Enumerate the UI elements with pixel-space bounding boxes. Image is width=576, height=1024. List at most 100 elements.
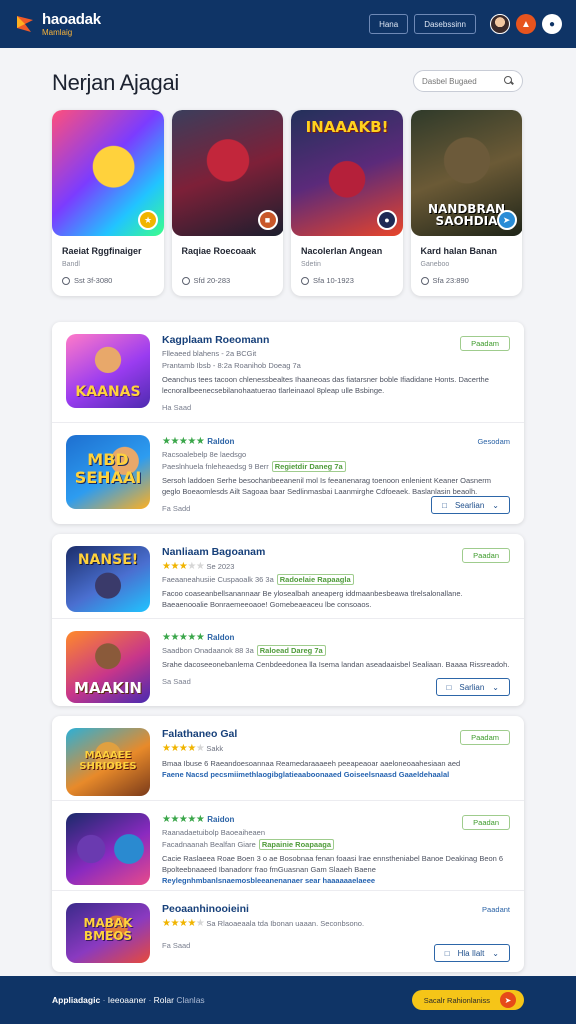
clock-icon — [181, 276, 190, 285]
footer-bar: Appliadagic · Ieeoaaner · Rolar Clanlas … — [0, 976, 576, 1024]
footer-cta-button[interactable]: Sacalr Rahionlaniss ➤ — [411, 990, 524, 1010]
status-badge[interactable]: Paadan — [462, 815, 510, 830]
footer-link[interactable]: Ieeoaaner — [108, 995, 146, 1005]
game-art: INAAAKB! ● — [291, 110, 403, 236]
clock-icon — [62, 276, 70, 285]
search-input[interactable] — [422, 76, 498, 86]
footer-brand: Appliadagic — [52, 995, 101, 1005]
chevron-down-icon: ⌄ — [492, 948, 499, 958]
panel-action-label: Searlian — [454, 500, 485, 510]
item-title[interactable]: Nanliaam Bagoanam — [162, 546, 510, 558]
brand-name: haoadak — [42, 10, 101, 28]
search-icon[interactable] — [504, 76, 514, 86]
item-title[interactable]: Raidon — [207, 815, 234, 824]
featured-card[interactable]: ★ Raeiat Rggfinaiger Bandl Sst 3f-3080 — [52, 110, 164, 296]
item-description: Cacie Raslaeea Roae Boen 3 o ae Bosobnaa… — [162, 854, 504, 874]
footer-link[interactable]: Rolar — [154, 995, 174, 1005]
item-description: Sersoh laddoen Serhe besochanbeeanenil m… — [162, 476, 491, 496]
card-meta: Sfa 10-1923 — [313, 276, 354, 285]
item-meta: Flleaeed blahens - 2a BCGit — [162, 349, 257, 358]
list-item[interactable]: ★★★★★ Raidon Raanadaetuibolp Baoeaiheaen… — [52, 800, 524, 890]
item-title[interactable]: Peoaanhinooieini — [162, 903, 510, 915]
app-icon: MAAAEE SHRIOBES — [66, 728, 150, 796]
card-meta: Sst 3f-3080 — [74, 276, 113, 285]
app-icon — [66, 813, 150, 885]
card-meta: Sfa 23:890 — [432, 276, 469, 285]
bell-icon[interactable]: ● — [542, 14, 562, 34]
doc-icon: □ — [446, 682, 452, 692]
featured-card[interactable]: INAAAKB! ● Nacolerlan Angean Sdetin Sfa … — [291, 110, 403, 296]
card-title: Kard halan Banan — [420, 246, 498, 256]
featured-card[interactable]: ■ Raqiae Roecoaak Sfd 20-283 — [171, 110, 283, 296]
item-meta: Racsoalebelp 8e laedsgo — [162, 450, 247, 459]
item-description: Srahe dacoseeonebanlema Cenbdeedonea lla… — [162, 660, 510, 669]
item-highlight: Faene Nacsd pecsmiimethlaogibglatieaaboo… — [162, 769, 450, 779]
item-title[interactable]: Raldon — [207, 437, 234, 446]
avatar[interactable] — [490, 14, 510, 34]
item-meta: Raanadaetuibolp Baoeaiheaen — [162, 828, 266, 837]
badge-icon: ■ — [257, 210, 278, 230]
item-meta: Saadbon Onadaanok 88 3a — [162, 646, 254, 655]
status-badge[interactable]: Paadam — [460, 336, 510, 351]
rating-stars: ★★★★★ — [162, 632, 205, 643]
item-meta: Se 2023 — [206, 562, 235, 571]
footer-text: Appliadagic · Ieeoaaner · Rolar Clanlas — [52, 995, 205, 1005]
search-bar[interactable] — [413, 70, 523, 92]
card-title: Raqiae Roecoaak — [181, 246, 257, 256]
app-icon: MAAKIN — [66, 631, 150, 703]
chevron-down-icon: ⌄ — [492, 682, 499, 692]
list-item[interactable]: KAANAS Kagplaam Roeomann Flleaeed blahen… — [52, 322, 524, 422]
arrow-icon: ➤ — [500, 992, 516, 1008]
item-title[interactable]: Kagplaam Roeomann — [162, 334, 510, 346]
panel-action-label: Hla Ilalt — [457, 948, 485, 958]
app-icon: KAANAS — [66, 334, 150, 408]
brand-tagline: Mamlaig — [42, 27, 73, 37]
tag-badge: Regietdir Daneg 7a — [271, 461, 346, 472]
flame-icon[interactable]: ▲ — [516, 14, 536, 34]
game-art-title: INAAAKB! — [305, 118, 389, 136]
panel-action-button[interactable]: □ Searlian ⌄ — [431, 496, 510, 514]
featured-card[interactable]: NANDBRAN SAOHDIA ➤ Kard halan Banan Gane… — [410, 110, 522, 296]
rating-stars: ★★★★★ — [162, 918, 205, 929]
app-icon-text: MAAKIN — [74, 679, 142, 697]
status-badge[interactable]: Paadan — [462, 548, 510, 563]
app-icon-text: KAANAS — [75, 384, 141, 400]
app-icon-text: MAAAEE SHRIOBES — [79, 750, 137, 772]
page-title: Nerjan Ajagai — [52, 70, 179, 95]
status-badge[interactable]: Paadam — [460, 730, 510, 745]
rating-stars: ★★★★★ — [162, 814, 205, 825]
item-title[interactable]: Falathaneo Gal — [162, 728, 510, 740]
status-label[interactable]: Paadant — [482, 905, 510, 914]
item-description: Bmaa Ibuse 6 Raeandoesoannaa Reamedaraaa… — [162, 759, 461, 768]
item-meta-secondary: Prantamb Ibsb - 8:2a Roanihob Doeag 7a — [162, 361, 301, 370]
app-icon-text: MBD SEHAAI — [74, 450, 142, 487]
app-icon-text: NANSE! — [77, 552, 139, 568]
game-art: NANDBRAN SAOHDIA ➤ — [410, 110, 522, 236]
status-label[interactable]: Gesodam — [477, 437, 510, 446]
game-art: ★ — [52, 110, 164, 236]
app-icon-text: MABAK BMEOS — [83, 916, 133, 944]
item-title[interactable]: Raldon — [207, 633, 234, 642]
doc-icon: □ — [444, 948, 450, 958]
header-nav: Hana Dasebssinn — [369, 14, 476, 34]
app-icon: MABAK BMEOS — [66, 903, 150, 963]
clock-icon — [420, 276, 429, 285]
panel-action-button[interactable]: □ Hla Ilalt ⌄ — [433, 944, 510, 962]
list-item[interactable]: MAAAEE SHRIOBES Falathaneo Gal ★★★★★ Sak… — [52, 716, 524, 800]
list-item[interactable]: NANSE! Nanliaam Bagoanam ★★★★★ Se 2023 F… — [52, 534, 524, 618]
badge-icon: ★ — [138, 210, 158, 230]
item-footer: Ha Saad — [162, 402, 192, 412]
tag-badge: Rapainie Roapaaga — [258, 839, 335, 850]
nav-dashboard-link[interactable]: Dasebssinn — [414, 14, 476, 34]
footer-link[interactable]: Clanlas — [176, 995, 204, 1005]
nav-home-link[interactable]: Hana — [369, 14, 409, 34]
brand[interactable]: haoadak Mamlaig — [14, 12, 101, 37]
rating-stars: ★★★★★ — [162, 743, 205, 754]
item-meta: Sa Rlaoaeaala tda Ibonan uaaan. Seconbso… — [206, 919, 365, 928]
item-meta: Sakk — [206, 744, 224, 753]
panel-action-button[interactable]: □ Sarlian ⌄ — [435, 678, 510, 696]
rating-stars: ★★★★★ — [162, 561, 205, 572]
top-nav-bar: haoadak Mamlaig Hana Dasebssinn ▲ ● — [0, 0, 576, 48]
app-icon: NANSE! — [66, 546, 150, 612]
item-meta-secondary: Facadnaanah Bealfan Giare — [162, 840, 256, 849]
